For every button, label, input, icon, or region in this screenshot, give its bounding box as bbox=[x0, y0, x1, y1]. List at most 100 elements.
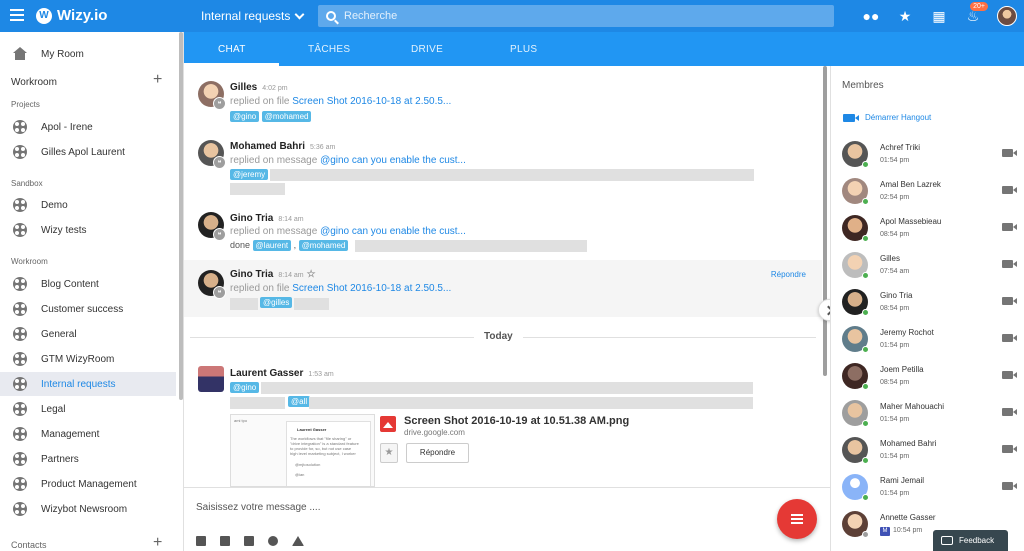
chevron-down-icon bbox=[294, 9, 305, 19]
apps-grid-icon[interactable]: ▦ bbox=[922, 0, 956, 32]
sidebar-item-room[interactable]: General bbox=[0, 322, 176, 346]
member-item[interactable]: Mohamed Bahri 01:54 pm bbox=[831, 432, 1024, 469]
online-status-dot bbox=[862, 457, 869, 464]
sidebar-item-room-active[interactable]: Internal requests bbox=[0, 372, 176, 396]
add-contact-icon[interactable]: + bbox=[153, 534, 162, 551]
feedback-button[interactable]: Feedback bbox=[933, 530, 1008, 551]
video-call-icon[interactable] bbox=[1002, 334, 1017, 342]
home-icon bbox=[13, 47, 27, 60]
online-status-dot bbox=[862, 494, 869, 501]
sidebar-item-room[interactable]: Blog Content bbox=[0, 272, 176, 296]
member-item[interactable]: Rami Jemail 01:54 pm bbox=[831, 469, 1024, 506]
sidebar-item-room[interactable]: Partners bbox=[0, 447, 176, 471]
sidebar-item-sandbox[interactable]: Wizy tests bbox=[0, 218, 176, 242]
mention-chip[interactable]: @gino bbox=[230, 382, 260, 393]
message-reply-line: replied on message @gino can you enable … bbox=[230, 155, 466, 166]
video-call-icon[interactable] bbox=[1002, 445, 1017, 453]
sidebar-item-room[interactable]: Wizybot Newsroom bbox=[0, 497, 176, 521]
chat-feed: ❝ Gilles 4:02 pm replied on file Screen S… bbox=[184, 66, 830, 487]
section-projects: Projects bbox=[11, 100, 40, 109]
tab-plus[interactable]: PLUS bbox=[510, 44, 537, 55]
message-author: Gino Tria 8:14 am bbox=[230, 213, 304, 224]
tab-taches[interactable]: TÂCHES bbox=[308, 44, 350, 55]
reply-ref-link[interactable]: @gino can you enable the cust... bbox=[320, 226, 466, 237]
star-button[interactable]: ★ bbox=[380, 443, 398, 463]
member-item[interactable]: Achref Triki 01:54 pm bbox=[831, 136, 1024, 173]
tab-chat[interactable]: CHAT bbox=[218, 44, 246, 55]
video-call-icon[interactable] bbox=[1002, 186, 1017, 194]
file-icon[interactable] bbox=[196, 536, 206, 546]
video-call-icon[interactable] bbox=[1002, 408, 1017, 416]
reply-button[interactable]: Répondre bbox=[771, 270, 806, 279]
menu-icon[interactable] bbox=[10, 9, 24, 21]
add-workroom-icon[interactable]: + bbox=[153, 71, 162, 89]
video-call-icon[interactable] bbox=[1002, 260, 1017, 268]
message-mentions: @gino @mohamed bbox=[230, 111, 312, 122]
video-call-icon[interactable] bbox=[1002, 482, 1017, 490]
tab-drive[interactable]: DRIVE bbox=[411, 44, 443, 55]
clipboard-icon[interactable] bbox=[220, 536, 230, 546]
compose-menu-button[interactable] bbox=[777, 499, 817, 539]
sidebar-item-sandbox[interactable]: Demo bbox=[0, 193, 176, 217]
mention-chip[interactable]: @jeremy bbox=[230, 169, 269, 180]
redacted-text bbox=[294, 298, 329, 310]
message-reply-line: replied on file Screen Shot 2016-10-18 a… bbox=[230, 96, 452, 107]
mention-chip[interactable]: @mohamed bbox=[261, 111, 312, 122]
sidebar-item-project[interactable]: Apol - Irene bbox=[0, 115, 176, 139]
calendar-icon[interactable] bbox=[244, 536, 254, 546]
mention-chip[interactable]: @gino bbox=[230, 111, 260, 122]
sidebar-item-room[interactable]: Management bbox=[0, 422, 176, 446]
member-item[interactable]: Amal Ben Lazrek 02:54 pm bbox=[831, 173, 1024, 210]
redacted-text bbox=[309, 397, 753, 409]
file-preview-thumbnail[interactable]: ami tpo Laurent Gasser The workflows tha… bbox=[230, 414, 375, 487]
mention-chip[interactable]: @gilles bbox=[260, 297, 293, 308]
reply-ref-link[interactable]: Screen Shot 2016-10-18 at 2.50.5... bbox=[292, 283, 451, 294]
offline-status-dot bbox=[862, 531, 869, 538]
attachment-reply-button[interactable]: Répondre bbox=[406, 443, 469, 463]
reply-ref-link[interactable]: Screen Shot 2016-10-18 at 2.50.5... bbox=[292, 96, 451, 107]
message-composer bbox=[184, 487, 830, 551]
sidebar-scrollbar[interactable] bbox=[179, 32, 183, 400]
video-call-icon[interactable] bbox=[1002, 223, 1017, 231]
chat-scrollbar[interactable] bbox=[823, 66, 827, 376]
google-drive-icon[interactable] bbox=[292, 536, 304, 546]
member-item[interactable]: Gilles 07:54 am bbox=[831, 247, 1024, 284]
message-input[interactable] bbox=[196, 502, 756, 513]
video-call-icon[interactable] bbox=[1002, 297, 1017, 305]
sidebar-item-room[interactable]: Customer success bbox=[0, 297, 176, 321]
star-icon[interactable]: ★ bbox=[888, 0, 922, 32]
search-bar[interactable] bbox=[318, 5, 834, 27]
room-selector[interactable]: Internal requests bbox=[201, 9, 305, 23]
room-icon bbox=[13, 452, 27, 466]
sidebar-item-project[interactable]: Gilles Apol Laurent bbox=[0, 140, 176, 164]
app-logo[interactable]: W Wizy.io bbox=[36, 7, 107, 24]
mention-chip[interactable]: @all bbox=[288, 396, 311, 407]
member-item[interactable]: Gino Tria 08:54 pm bbox=[831, 284, 1024, 321]
attachment-name[interactable]: Screen Shot 2016-10-19 at 10.51.38 AM.pn… bbox=[404, 415, 629, 427]
sidebar-item-room[interactable]: Legal bbox=[0, 397, 176, 421]
member-item[interactable]: Jeremy Rochot 01:54 pm bbox=[831, 321, 1024, 358]
notifications-bell-icon[interactable]: ♨ 20+ bbox=[956, 0, 990, 32]
search-input[interactable] bbox=[344, 10, 744, 22]
sidebar-item-room[interactable]: Product Management bbox=[0, 472, 176, 496]
redacted-text bbox=[230, 397, 285, 409]
section-workroom: Workroom bbox=[11, 77, 57, 88]
mention-chip[interactable]: @laurent bbox=[252, 240, 292, 251]
member-item[interactable]: Joem Petilla 08:54 pm bbox=[831, 358, 1024, 395]
top-bar: W Wizy.io Internal requests ●● ★ ▦ ♨20+ bbox=[0, 0, 1024, 32]
member-item[interactable]: Maher Mahouachi 01:54 pm bbox=[831, 395, 1024, 432]
message-author: Gilles 4:02 pm bbox=[230, 82, 288, 93]
mention-chip[interactable]: @mohamed bbox=[298, 240, 349, 251]
reply-ref-link[interactable]: @gino can you enable the cust... bbox=[320, 155, 466, 166]
people-icon[interactable]: ●● bbox=[854, 0, 888, 32]
start-hangout-button[interactable]: Démarrer Hangout bbox=[843, 113, 931, 122]
member-item[interactable]: Apol Massebieau 08:54 pm bbox=[831, 210, 1024, 247]
video-call-icon[interactable] bbox=[1002, 149, 1017, 157]
sidebar-item-my-room[interactable]: My Room bbox=[0, 42, 176, 66]
user-avatar[interactable] bbox=[990, 0, 1024, 32]
sidebar-item-room[interactable]: GTM WizyRoom bbox=[0, 347, 176, 371]
video-call-icon[interactable] bbox=[1002, 371, 1017, 379]
room-icon bbox=[13, 427, 27, 441]
cloud-upload-icon[interactable] bbox=[268, 536, 278, 546]
star-outline-icon[interactable]: ☆ bbox=[307, 269, 316, 280]
